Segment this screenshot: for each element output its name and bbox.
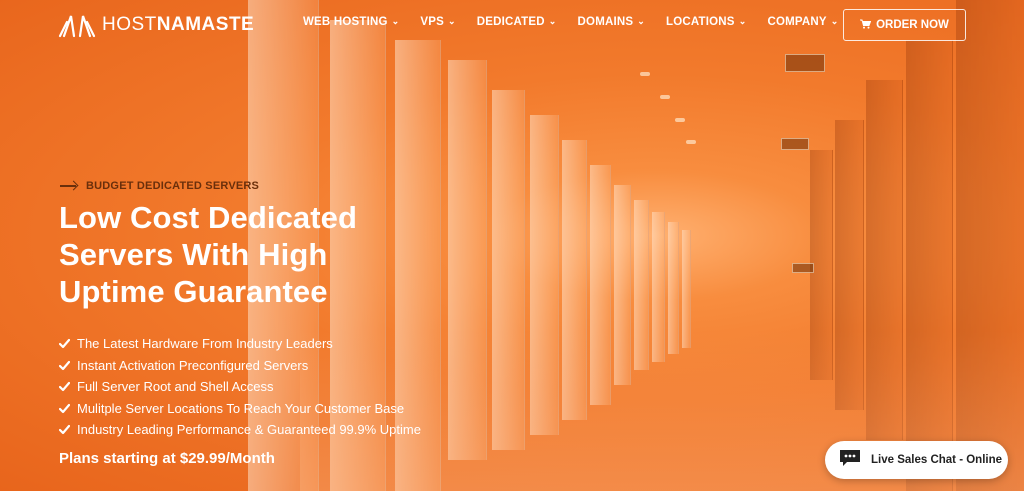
feature-text: Instant Activation Preconfigured Servers [77,357,309,373]
nav-item-label: VPS [420,16,444,28]
hero-title: Low Cost Dedicated Servers With High Upt… [59,199,419,310]
site-header: HOSTNAMASTE WEB HOSTING ⌄ VPS ⌄ DEDICATED ⌄… [0,0,1024,50]
feature-text: Full Server Root and Shell Access [77,379,274,395]
nav-item-label: COMPANY [767,16,827,28]
nav-item-vps[interactable]: VPS ⌄ [420,15,456,29]
feature-text: Mulitple Server Locations To Reach Your … [77,400,405,416]
order-now-button[interactable]: ORDER NOW [843,9,966,41]
nav-item-label: WEB HOSTING [303,16,388,28]
logo-text: HOSTNAMASTE [102,14,254,36]
feature-item: The Latest Hardware From Industry Leader… [59,333,421,355]
nav-item-web-hosting[interactable]: WEB HOSTING ⌄ [303,15,400,29]
site-logo[interactable]: HOSTNAMASTE [58,12,254,38]
plans-starting-price: Plans starting at $29.99/Month [59,450,275,467]
arrow-right-icon [60,181,78,191]
cart-icon [860,19,872,32]
chevron-down-icon: ⌄ [391,15,400,26]
chevron-down-icon: ⌄ [548,15,557,26]
checkmark-icon [59,425,70,435]
checkmark-icon [59,339,70,349]
chevron-down-icon: ⌄ [738,15,747,26]
feature-item: Industry Leading Performance & Guarantee… [59,419,421,441]
order-now-label: ORDER NOW [876,19,949,31]
chevron-down-icon: ⌄ [448,15,456,26]
hero-title-line: Low Cost Dedicated [59,200,358,235]
feature-item: Mulitple Server Locations To Reach Your … [59,398,421,420]
hero-title-line: Servers With High [59,237,328,272]
nav-item-label: DOMAINS [577,16,634,28]
feature-item: Instant Activation Preconfigured Servers [59,355,421,377]
nav-item-domains[interactable]: DOMAINS ⌄ [577,15,646,29]
logo-text-bold: NAMASTE [156,14,255,35]
feature-text: The Latest Hardware From Industry Leader… [77,336,333,352]
nav-item-company[interactable]: COMPANY ⌄ [767,15,839,29]
hero-eyebrow-text: BUDGET DEDICATED SERVERS [86,180,260,192]
hero-title-line: Uptime Guarantee [59,274,328,309]
logo-text-light: HOST [102,14,157,35]
live-chat-button[interactable]: Live Sales Chat - Online [825,441,1008,479]
feature-text: Industry Leading Performance & Guarantee… [77,422,421,438]
live-chat-label: Live Sales Chat - Online [871,454,1003,466]
namaste-hands-icon [58,12,96,38]
checkmark-icon [59,403,70,413]
chevron-down-icon: ⌄ [637,15,646,26]
chevron-down-icon: ⌄ [830,15,839,26]
nav-item-locations[interactable]: LOCATIONS ⌄ [666,15,747,29]
nav-item-dedicated[interactable]: DEDICATED ⌄ [476,15,557,29]
chat-bubble-icon [839,449,861,472]
hero-eyebrow: BUDGET DEDICATED SERVERS [60,180,259,192]
main-nav: WEB HOSTING ⌄ VPS ⌄ DEDICATED ⌄ DOMAINS ⌄ LO… [303,15,860,29]
checkmark-icon [59,382,70,392]
feature-list: The Latest Hardware From Industry Leader… [59,333,421,441]
checkmark-icon [59,360,70,370]
nav-item-label: DEDICATED [476,16,545,28]
nav-item-label: LOCATIONS [666,16,735,28]
feature-item: Full Server Root and Shell Access [59,376,421,398]
